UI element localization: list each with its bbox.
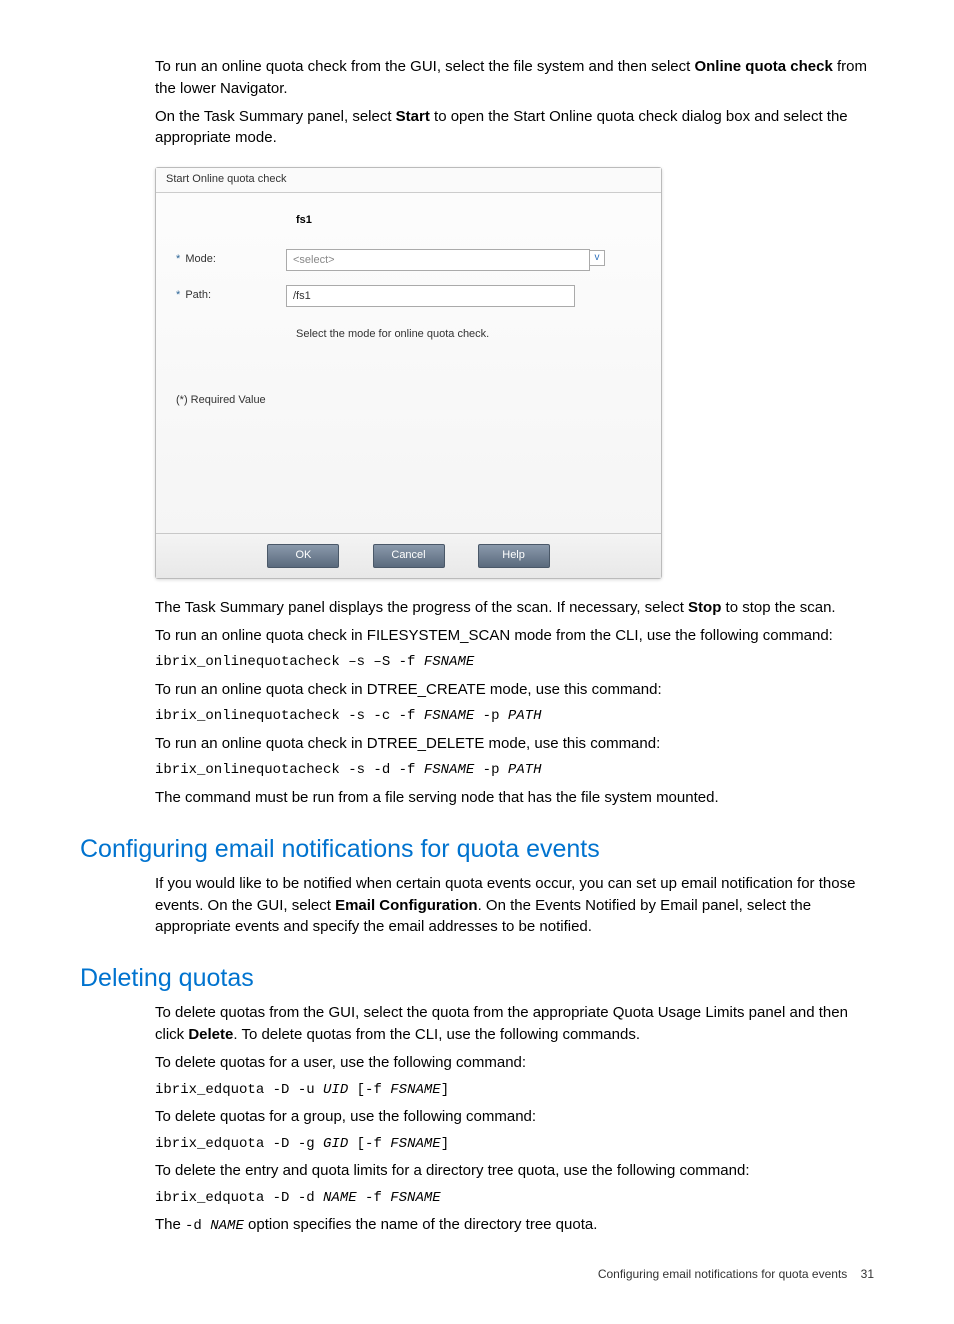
chevron-down-icon[interactable]: v	[589, 250, 605, 266]
code-arg: GID	[323, 1136, 348, 1152]
code-text: [-f	[348, 1082, 390, 1098]
code-arg: PATH	[508, 762, 542, 778]
label-text: Mode:	[185, 253, 216, 265]
bold-text: Online quota check	[694, 58, 832, 75]
required-mark: *	[176, 253, 180, 265]
code-line: ibrix_edquota -D -u UID [-f FSNAME]	[155, 1080, 874, 1100]
text: The Task Summary panel displays the prog…	[155, 599, 688, 616]
code-arg: FSNAME	[424, 654, 474, 670]
code-text: -p	[474, 708, 508, 724]
mode-row: * Mode: <select> v	[176, 249, 641, 271]
code-text: ibrix_edquota -D -d	[155, 1190, 323, 1206]
paragraph: To run an online quota check in FILESYST…	[155, 625, 874, 647]
paragraph: If you would like to be notified when ce…	[155, 873, 874, 938]
path-row: * Path: /fs1	[176, 285, 641, 307]
paragraph: The -d NAME option specifies the name of…	[155, 1214, 874, 1236]
paragraph: To delete quotas from the GUI, select th…	[155, 1002, 874, 1046]
page-footer: Configuring email notifications for quot…	[80, 1266, 874, 1283]
paragraph: To run an online quota check from the GU…	[155, 56, 874, 100]
code-arg: FSNAME	[424, 762, 474, 778]
required-note: (*) Required Value	[176, 393, 641, 409]
text: . To delete quotas from the CLI, use the…	[233, 1026, 640, 1043]
mode-label: * Mode:	[176, 252, 286, 268]
text: option specifies the name of the directo…	[244, 1216, 598, 1233]
code-arg: FSNAME	[390, 1136, 440, 1152]
code-arg: UID	[323, 1082, 348, 1098]
code-line: ibrix_onlinequotacheck -s -d -f FSNAME -…	[155, 760, 874, 780]
dialog-body: fs1 * Mode: <select> v * Path: /fs1 Sele…	[156, 193, 661, 533]
mode-select[interactable]: <select> v	[286, 249, 590, 271]
bold-text: Delete	[188, 1026, 233, 1043]
code-text: ]	[441, 1136, 449, 1152]
heading-deleting-quotas: Deleting quotas	[80, 960, 874, 996]
code-text: -p	[474, 762, 508, 778]
code-line: ibrix_onlinequotacheck -s -c -f FSNAME -…	[155, 706, 874, 726]
heading-email-notifications: Configuring email notifications for quot…	[80, 831, 874, 867]
code-inline: -d NAME	[185, 1218, 244, 1234]
cancel-button[interactable]: Cancel	[373, 544, 445, 568]
label-text: Path:	[185, 289, 211, 301]
page-number: 31	[861, 1267, 874, 1281]
code-text: -d	[185, 1218, 210, 1234]
required-mark: *	[176, 289, 180, 301]
paragraph: The Task Summary panel displays the prog…	[155, 597, 874, 619]
code-line: ibrix_edquota -D -g GID [-f FSNAME]	[155, 1134, 874, 1154]
paragraph: To delete quotas for a user, use the fol…	[155, 1052, 874, 1074]
paragraph: To delete the entry and quota limits for…	[155, 1160, 874, 1182]
code-text: [-f	[348, 1136, 390, 1152]
path-input[interactable]: /fs1	[286, 285, 575, 307]
code-line: ibrix_onlinequotacheck –s –S -f FSNAME	[155, 652, 874, 672]
help-button[interactable]: Help	[478, 544, 550, 568]
code-arg: FSNAME	[424, 708, 474, 724]
ok-button[interactable]: OK	[267, 544, 339, 568]
dialog-footer: OK Cancel Help	[156, 533, 661, 578]
code-text: ibrix_edquota -D -g	[155, 1136, 323, 1152]
code-arg: PATH	[508, 708, 542, 724]
select-placeholder: <select>	[293, 254, 335, 266]
code-text: ibrix_onlinequotacheck –s –S -f	[155, 654, 424, 670]
code-text: ibrix_onlinequotacheck -s -c -f	[155, 708, 424, 724]
text: to stop the scan.	[721, 599, 835, 616]
code-arg: NAME	[210, 1218, 244, 1234]
text: To run an online quota check from the GU…	[155, 58, 694, 75]
footer-text: Configuring email notifications for quot…	[598, 1267, 847, 1281]
dialog-hint: Select the mode for online quota check.	[296, 327, 641, 343]
bold-text: Start	[396, 108, 430, 125]
code-line: ibrix_edquota -D -d NAME -f FSNAME	[155, 1188, 874, 1208]
bold-text: Stop	[688, 599, 721, 616]
filesystem-name: fs1	[296, 213, 641, 229]
dialog-title: Start Online quota check	[156, 168, 661, 193]
path-label: * Path:	[176, 288, 286, 304]
code-text: ]	[441, 1082, 449, 1098]
code-text: -f	[357, 1190, 391, 1206]
paragraph: To delete quotas for a group, use the fo…	[155, 1106, 874, 1128]
paragraph: On the Task Summary panel, select Start …	[155, 106, 874, 150]
code-arg: FSNAME	[390, 1082, 440, 1098]
code-text: ibrix_onlinequotacheck -s -d -f	[155, 762, 424, 778]
paragraph: To run an online quota check in DTREE_DE…	[155, 733, 874, 755]
bold-text: Email Configuration	[335, 897, 478, 914]
paragraph: To run an online quota check in DTREE_CR…	[155, 679, 874, 701]
text: The	[155, 1216, 185, 1233]
code-text: ibrix_edquota -D -u	[155, 1082, 323, 1098]
text: On the Task Summary panel, select	[155, 108, 396, 125]
paragraph: The command must be run from a file serv…	[155, 787, 874, 809]
start-online-quota-check-dialog: Start Online quota check fs1 * Mode: <se…	[155, 167, 662, 579]
code-arg: FSNAME	[390, 1190, 440, 1206]
code-arg: NAME	[323, 1190, 357, 1206]
